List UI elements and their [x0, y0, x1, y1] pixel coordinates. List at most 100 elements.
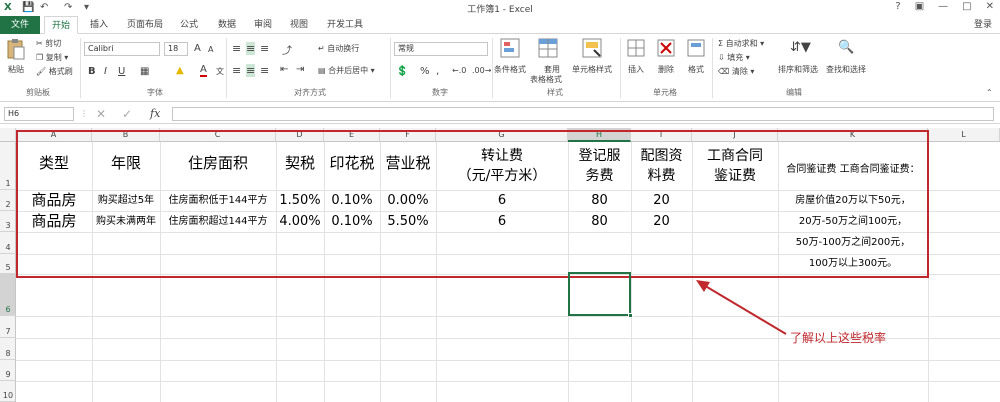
group-label-font: 字体 — [147, 88, 163, 97]
find-select-button[interactable]: 查找和选择 — [826, 64, 866, 75]
conditional-formatting-button[interactable]: 条件格式 — [494, 64, 526, 75]
row-header-3[interactable]: 3 — [0, 211, 16, 232]
highlight-rectangle — [16, 130, 929, 278]
italic-button[interactable]: I — [104, 66, 107, 77]
format-painter-button[interactable]: 🖌 格式刷 — [36, 66, 73, 77]
fill-color-icon[interactable]: ▲ — [176, 65, 184, 76]
maximize-icon[interactable]: □ — [962, 1, 971, 12]
selected-cell-h6[interactable] — [568, 272, 631, 316]
title-bar: X 💾 ↶ ↷ ▾ 工作簿1 - Excel ? ▣ — □ ✕ — [0, 0, 1000, 16]
tab-data[interactable]: 数据 — [212, 16, 242, 34]
format-as-table-label2[interactable]: 表格格式 — [530, 74, 562, 85]
tab-view[interactable]: 视图 — [284, 16, 314, 34]
orientation-icon[interactable]: ⤴ — [282, 42, 292, 57]
delete-cells-icon[interactable] — [656, 38, 676, 58]
annotation-note: 了解以上这些税率 — [790, 331, 887, 345]
format-cells-icon[interactable] — [686, 38, 706, 58]
font-size-select[interactable]: 18 — [164, 42, 188, 56]
collapse-ribbon-icon[interactable]: ⌃ — [986, 88, 993, 97]
format-as-table-icon[interactable] — [538, 38, 558, 58]
sort-filter-button[interactable]: 排序和筛选 — [778, 64, 818, 75]
tab-insert[interactable]: 插入 — [84, 16, 114, 34]
row-header-10[interactable]: 10 — [0, 381, 16, 402]
bold-button[interactable]: B — [88, 66, 96, 77]
comma-button[interactable]: , — [436, 66, 439, 77]
paste-label[interactable]: 粘贴 — [8, 64, 24, 75]
paste-icon[interactable] — [6, 38, 26, 60]
row-header-1[interactable]: 1 — [0, 142, 16, 190]
align-bottom-icon[interactable]: ≡ — [260, 42, 269, 55]
percent-button[interactable]: % — [420, 66, 430, 77]
align-left-icon[interactable]: ≡ — [232, 64, 241, 77]
column-header-l[interactable]: L — [928, 128, 1000, 142]
underline-button[interactable]: U — [118, 66, 125, 77]
phonetic-button[interactable]: 文 — [216, 66, 224, 77]
currency-icon[interactable]: 💲 — [396, 66, 408, 77]
delete-cells-button[interactable]: 删除 — [658, 64, 674, 75]
find-binoculars-icon[interactable]: 🔍 — [838, 40, 854, 55]
tab-formulas[interactable]: 公式 — [174, 16, 204, 34]
grow-font-button[interactable]: A — [194, 43, 201, 54]
font-name-select[interactable]: Calibri — [84, 42, 160, 56]
autosum-button[interactable]: Σ 自动求和 ▾ — [718, 38, 764, 49]
number-format-select[interactable]: 常规 — [394, 42, 488, 56]
conditional-formatting-icon[interactable] — [500, 38, 520, 58]
row-header-7[interactable]: 7 — [0, 316, 16, 338]
sigma-icon: Σ — [718, 39, 724, 48]
merge-center-button[interactable]: ▤ 合并后居中 ▾ — [318, 65, 375, 76]
group-separator — [390, 38, 391, 98]
tab-review[interactable]: 审阅 — [248, 16, 278, 34]
fill-button[interactable]: ⇩ 填充 ▾ — [718, 52, 750, 63]
clear-button[interactable]: ⌫ 清除 ▾ — [718, 66, 754, 77]
fill-handle[interactable] — [628, 313, 633, 318]
wrap-text-button[interactable]: ↵ 自动换行 — [318, 43, 359, 54]
border-icon[interactable]: ▦ — [140, 66, 149, 77]
confirm-entry-icon[interactable]: ✓ — [122, 107, 132, 121]
insert-cells-icon[interactable] — [626, 38, 646, 58]
format-painter-icon: 🖌 — [36, 67, 47, 76]
sort-filter-icon[interactable]: ⇵▼ — [790, 40, 811, 55]
indent-increase-icon[interactable]: ⇥ — [296, 64, 304, 75]
row-header-4[interactable]: 4 — [0, 232, 16, 254]
tab-page-layout[interactable]: 页面布局 — [120, 16, 170, 34]
indent-decrease-icon[interactable]: ⇤ — [280, 64, 288, 75]
decrease-decimal-icon[interactable]: .00→ — [472, 66, 491, 75]
group-separator — [492, 38, 493, 98]
tab-file[interactable]: 文件 — [0, 16, 40, 34]
copy-button[interactable]: ❐ 复制 ▾ — [36, 52, 68, 63]
increase-decimal-icon[interactable]: ←.0 — [452, 66, 466, 75]
cancel-entry-icon[interactable]: ✕ — [96, 107, 106, 121]
font-color-button[interactable]: A — [200, 65, 207, 77]
group-separator — [620, 38, 621, 98]
name-box[interactable]: H6 — [4, 107, 74, 121]
close-icon[interactable]: ✕ — [986, 1, 994, 12]
row-header-6[interactable]: 6 — [0, 274, 16, 316]
select-all-corner[interactable] — [0, 128, 16, 142]
group-label-cells: 单元格 — [653, 88, 677, 97]
cut-button[interactable]: ✂ 剪切 — [36, 38, 61, 49]
group-label-number: 数字 — [432, 88, 448, 97]
align-right-icon[interactable]: ≡ — [260, 64, 269, 77]
insert-function-button[interactable]: fx — [150, 107, 160, 120]
row-header-5[interactable]: 5 — [0, 254, 16, 274]
row-header-8[interactable]: 8 — [0, 338, 16, 360]
row-header-9[interactable]: 9 — [0, 360, 16, 381]
minimize-icon[interactable]: — — [938, 1, 948, 12]
shrink-font-button[interactable]: A — [208, 45, 213, 54]
group-separator — [712, 38, 713, 98]
row-header-2[interactable]: 2 — [0, 190, 16, 211]
cell-styles-icon[interactable] — [582, 38, 602, 58]
align-center-icon[interactable]: ≡ — [246, 64, 256, 77]
group-label-styles: 样式 — [547, 88, 563, 97]
ribbon-display-icon[interactable]: ▣ — [915, 1, 924, 12]
tab-developer[interactable]: 开发工具 — [322, 16, 368, 34]
help-icon[interactable]: ? — [895, 1, 900, 12]
align-middle-icon[interactable]: ≡ — [246, 42, 256, 55]
insert-cells-button[interactable]: 插入 — [628, 64, 644, 75]
align-top-icon[interactable]: ≡ — [232, 42, 241, 55]
formula-input[interactable] — [172, 107, 994, 121]
tab-home[interactable]: 开始 — [44, 16, 78, 34]
login-link[interactable]: 登录 — [974, 16, 992, 34]
cell-styles-button[interactable]: 单元格样式 — [572, 64, 612, 75]
format-cells-button[interactable]: 格式 — [688, 64, 704, 75]
